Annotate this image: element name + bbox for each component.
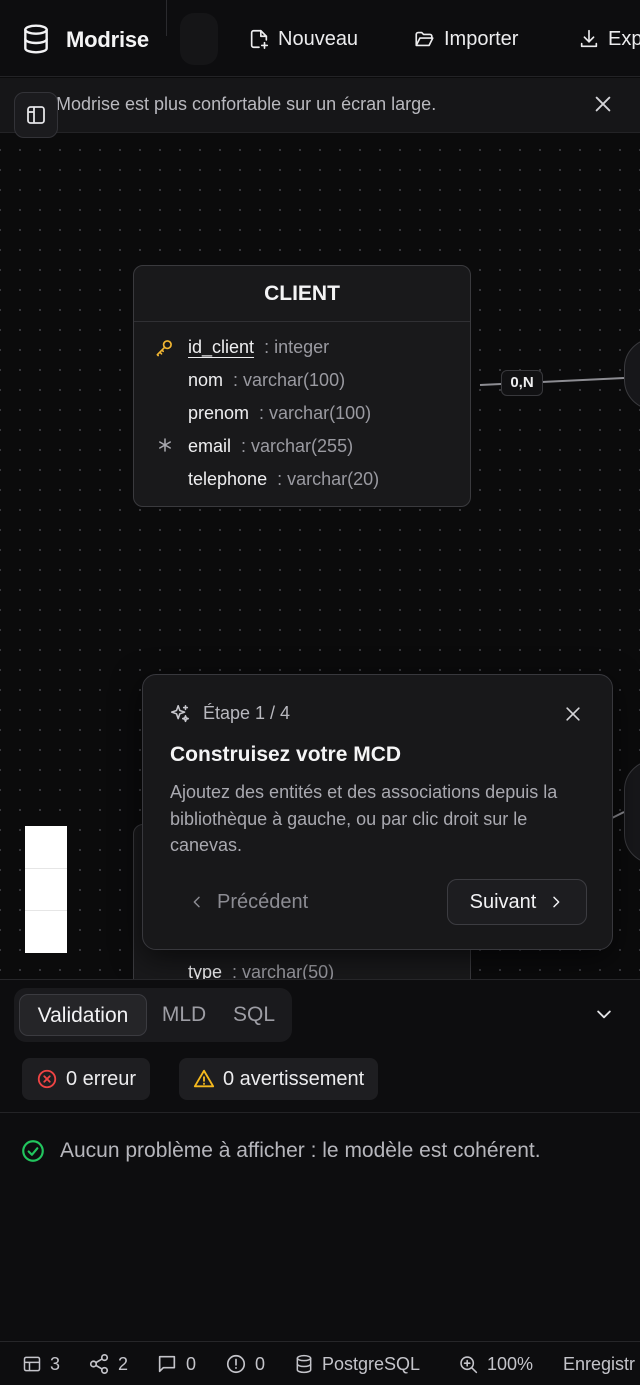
panel-left-icon [24, 103, 48, 127]
chevron-down-icon[interactable] [594, 1004, 614, 1024]
association-count[interactable]: 2 [88, 1353, 128, 1375]
attribute-row[interactable]: prenom : varchar(100) [134, 398, 472, 428]
tour-previous-button[interactable]: Précédent [189, 887, 308, 917]
error-circle-icon [36, 1068, 58, 1090]
validation-success-message: Aucun problème à afficher : le modèle es… [20, 1136, 541, 1166]
zoom-in-icon [458, 1354, 479, 1375]
bottom-panel: Validation MLD SQL 0 erreur 0 avertissem… [0, 979, 640, 1341]
tour-description: Ajoutez des entités et des associations … [170, 782, 558, 855]
header-placeholder-pill[interactable] [180, 13, 218, 65]
palette-swatches[interactable] [25, 826, 67, 953]
issue-count-value: 0 [255, 1353, 266, 1374]
panel-tabs: Validation MLD SQL [14, 988, 292, 1042]
folder-open-icon [413, 28, 436, 50]
banner-text: Modrise est plus confortable sur un écra… [56, 94, 437, 114]
attribute-type: : varchar(100) [259, 403, 372, 423]
share-nodes-icon [88, 1353, 110, 1375]
sparkles-icon [169, 703, 191, 725]
attribute-type: : integer [264, 337, 330, 357]
sql-dialect[interactable]: PostgreSQL [294, 1353, 420, 1375]
file-plus-icon [248, 28, 270, 50]
onboarding-tour-popover: Étape 1 / 4 Construisez votre MCD Ajoute… [142, 674, 613, 950]
attribute-type: : varchar(100) [233, 370, 346, 390]
attribute-row[interactable]: type : varchar(50) [134, 957, 472, 979]
brand-name: Modrise [66, 27, 149, 52]
tour-title: Construisez votre MCD [170, 743, 402, 766]
save-state: Enregistr [563, 1353, 635, 1375]
attribute-type: : varchar(50) [232, 962, 335, 979]
attribute-name: email [188, 436, 232, 456]
attribute-row[interactable]: telephone : varchar(20) [134, 464, 472, 494]
validation-message-text: Aucun problème à afficher : le modèle es… [60, 1139, 541, 1162]
tab-sql[interactable]: SQL [224, 994, 284, 1036]
new-button[interactable]: Nouveau [248, 24, 358, 54]
tab-mld[interactable]: MLD [154, 994, 214, 1036]
issue-count[interactable]: 0 [225, 1353, 265, 1375]
table-icon [22, 1354, 42, 1374]
tour-next-label: Suivant [469, 890, 537, 913]
entity-title: CLIENT [134, 266, 470, 322]
attribute-row[interactable]: email : varchar(255) [134, 431, 472, 461]
export-button-label: Exp [608, 27, 640, 50]
tour-close-icon[interactable] [563, 704, 583, 724]
import-button[interactable]: Importer [413, 24, 518, 54]
chevron-right-icon [548, 894, 564, 910]
attribute-type: : varchar(255) [241, 436, 354, 456]
import-button-label: Importer [444, 27, 519, 50]
attribute-name: nom [188, 370, 224, 390]
check-circle-icon [20, 1138, 46, 1164]
status-bar: 3 2 0 0 PostgreSQL 100% Enregistr [0, 1341, 640, 1385]
warning-count-label: 0 avertissement [223, 1067, 365, 1090]
save-state-value: Enregistr [563, 1353, 636, 1374]
zoom-level-value: 100% [487, 1353, 534, 1374]
sidebar-toggle-button[interactable] [14, 92, 58, 138]
attribute-row[interactable]: nom : varchar(100) [134, 365, 472, 395]
diagram-canvas[interactable]: 0,N CLIENT id_client : integer nom : var… [0, 134, 640, 979]
sql-dialect-value: PostgreSQL [322, 1353, 421, 1374]
entity-count[interactable]: 3 [22, 1353, 60, 1375]
wide-screen-banner: Modrise est plus confortable sur un écra… [0, 78, 640, 133]
entity-count-value: 3 [50, 1353, 61, 1374]
export-button[interactable]: Exp [578, 24, 640, 54]
warning-triangle-icon [193, 1068, 215, 1090]
attribute-row[interactable]: id_client : integer [134, 332, 472, 362]
attribute-name: prenom [188, 403, 250, 423]
tour-previous-label: Précédent [217, 890, 309, 913]
primary-key-icon [154, 338, 174, 358]
warning-count-badge[interactable]: 0 avertissement [179, 1058, 379, 1100]
alert-circle-icon [225, 1353, 247, 1375]
error-count-label: 0 erreur [66, 1067, 137, 1090]
app-header: Modrise Nouveau Importer Exp [0, 0, 640, 77]
tab-validation[interactable]: Validation [19, 994, 147, 1036]
chevron-left-icon [189, 894, 205, 910]
attribute-name: type [188, 962, 223, 979]
database-icon [294, 1354, 314, 1374]
error-count-badge[interactable]: 0 erreur [22, 1058, 151, 1100]
new-button-label: Nouveau [278, 27, 359, 50]
header-divider [166, 0, 167, 36]
panel-divider [0, 1112, 640, 1113]
zoom-level[interactable]: 100% [458, 1353, 533, 1375]
attribute-name: id_client [188, 337, 255, 357]
tour-next-button[interactable]: Suivant [447, 879, 587, 925]
banner-close-icon[interactable] [592, 93, 614, 115]
download-icon [578, 28, 600, 50]
tour-step-indicator: Étape 1 / 4 [203, 703, 291, 723]
cardinality-label[interactable]: 0,N [501, 370, 543, 396]
required-asterisk-icon [156, 436, 174, 454]
message-square-icon [156, 1353, 178, 1375]
entity-client[interactable]: CLIENT id_client : integer nom : varchar… [133, 265, 471, 507]
attribute-name: telephone [188, 469, 268, 489]
association-count-value: 2 [118, 1353, 129, 1374]
database-logo-icon [20, 23, 52, 55]
comment-count-value: 0 [186, 1353, 197, 1374]
comment-count[interactable]: 0 [156, 1353, 196, 1375]
attribute-type: : varchar(20) [277, 469, 380, 489]
